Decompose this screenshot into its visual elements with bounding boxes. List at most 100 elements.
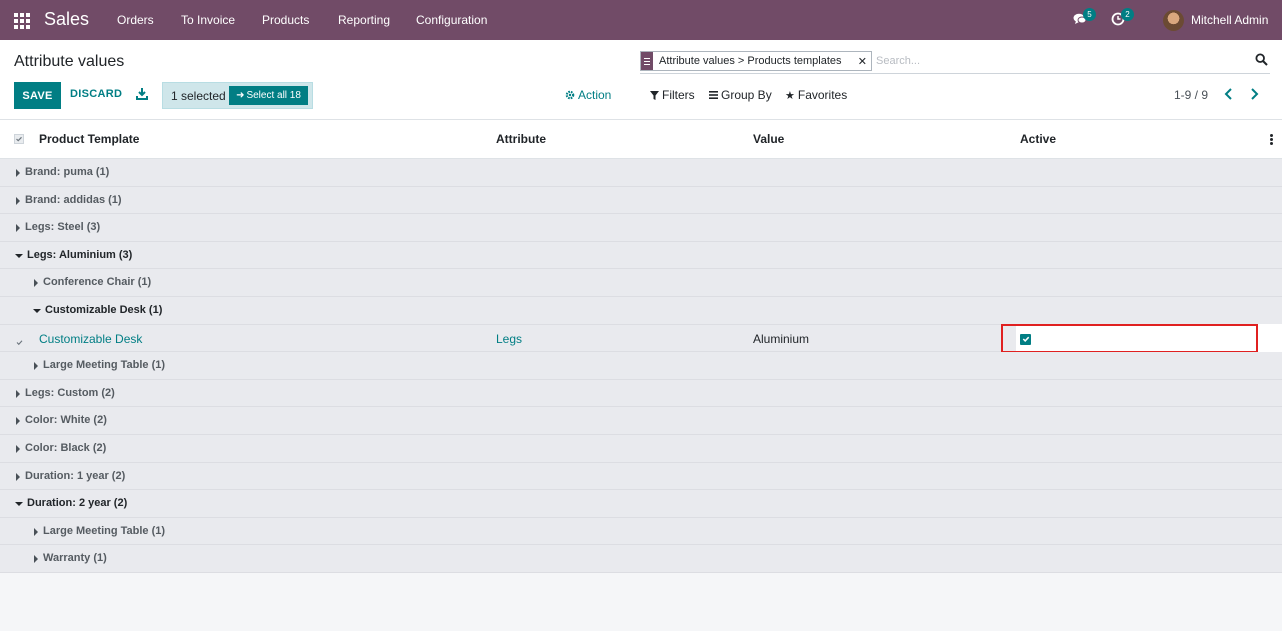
select-all-button[interactable]: ➜ Select all 18	[229, 86, 308, 105]
messages-button[interactable]: 5	[1073, 8, 1096, 28]
filters-button[interactable]: Filters	[650, 88, 695, 102]
user-avatar[interactable]	[1163, 10, 1184, 31]
attribute-cell[interactable]: Legs	[496, 332, 522, 346]
filter-icon	[650, 90, 659, 100]
subgroup-row[interactable]: Warranty (1)	[0, 545, 1282, 573]
table-row[interactable]: Customizable Desk Legs Aluminium	[0, 323, 1282, 353]
caret-right-icon	[16, 169, 20, 177]
select-all-label: Select all 18	[246, 90, 301, 101]
save-button[interactable]: SAVE	[14, 82, 61, 109]
menu-configuration[interactable]: Configuration	[416, 13, 487, 27]
empty-area	[0, 573, 1282, 631]
group-row[interactable]: Legs: Custom (2)	[0, 379, 1282, 408]
group-label: Large Meeting Table (1)	[43, 359, 166, 372]
caret-right-icon	[34, 279, 38, 288]
group-label: Duration: 2 year (2)	[27, 497, 128, 510]
top-navbar: Sales Orders To Invoice Products Reporti…	[0, 0, 1282, 40]
subgroup-row[interactable]: Large Meeting Table (1)	[0, 352, 1282, 380]
facet-remove-icon[interactable]: ✕	[858, 55, 867, 68]
caret-right-icon	[16, 472, 20, 481]
messages-count-badge: 5	[1083, 8, 1096, 21]
group-row[interactable]: Duration: 2 year (2)	[0, 490, 1282, 518]
group-label: Legs: Steel (3)	[25, 221, 101, 234]
product-template-cell[interactable]: Customizable Desk	[39, 332, 142, 346]
list-view: Product Template Attribute Value Active …	[0, 120, 1282, 573]
caret-right-icon	[16, 417, 20, 426]
action-button[interactable]: Action	[565, 88, 611, 102]
caret-right-icon	[34, 555, 38, 564]
search-facet: Attribute values > Products templates ✕	[640, 51, 872, 71]
optional-columns-icon[interactable]	[1270, 134, 1273, 145]
list-header: Product Template Attribute Value Active	[0, 120, 1282, 159]
pager-next-icon[interactable]	[1249, 87, 1261, 101]
discard-button[interactable]: DISCARD	[70, 88, 122, 100]
group-row[interactable]: Brand: addidas (1)	[0, 186, 1282, 215]
group-by-facet-icon	[641, 52, 653, 70]
group-label: Color: White (2)	[25, 414, 107, 427]
group-label: Warranty (1)	[43, 552, 107, 565]
group-row[interactable]: Duration: 1 year (2)	[0, 462, 1282, 491]
caret-down-icon	[15, 253, 23, 258]
caret-right-icon	[34, 527, 38, 536]
favorites-button[interactable]: ★ Favorites	[785, 88, 847, 102]
column-header-value[interactable]: Value	[753, 132, 784, 146]
menu-products[interactable]: Products	[262, 13, 309, 27]
pager-value[interactable]: 1-9 / 9	[1174, 88, 1208, 102]
group-by-button[interactable]: Group By	[709, 88, 772, 102]
active-field-highlight	[1001, 323, 1258, 353]
subgroup-row[interactable]: Conference Chair (1)	[0, 269, 1282, 297]
row-select-checkbox[interactable]	[16, 335, 23, 345]
activities-count-badge: 2	[1121, 8, 1134, 21]
caret-right-icon	[16, 196, 20, 205]
export-download-icon[interactable]	[136, 87, 148, 100]
gear-icon	[565, 90, 575, 100]
pager-previous-icon[interactable]	[1224, 87, 1236, 101]
action-label: Action	[578, 88, 612, 102]
menu-to-invoice[interactable]: To Invoice	[181, 13, 235, 27]
star-icon: ★	[785, 89, 795, 102]
apps-menu-icon[interactable]	[14, 13, 30, 29]
group-label: Large Meeting Table (1)	[43, 524, 166, 537]
group-by-label: Group By	[721, 88, 772, 102]
search-bar: Attribute values > Products templates ✕	[640, 50, 1270, 74]
search-icon[interactable]	[1255, 53, 1268, 66]
column-header-product-template[interactable]: Product Template	[39, 132, 139, 146]
caret-right-icon	[16, 444, 20, 453]
menu-orders[interactable]: Orders	[117, 13, 154, 27]
group-label: Legs: Aluminium (3)	[27, 248, 133, 261]
group-row[interactable]: Color: Black (2)	[0, 434, 1282, 463]
column-header-active[interactable]: Active	[1020, 132, 1056, 146]
caret-down-icon	[33, 308, 41, 313]
subgroup-row[interactable]: Large Meeting Table (1)	[0, 517, 1282, 546]
value-cell: Aluminium	[753, 331, 810, 346]
search-facet-label: Attribute values > Products templates	[659, 55, 842, 67]
select-all-checkbox[interactable]	[14, 134, 24, 144]
page-title: Attribute values	[14, 53, 125, 70]
group-label: Brand: addidas (1)	[25, 193, 122, 206]
group-row[interactable]: Brand: puma (1)	[0, 159, 1282, 187]
subgroup-row[interactable]: Customizable Desk (1)	[0, 296, 1282, 325]
favorites-label: Favorites	[797, 88, 848, 102]
app-name[interactable]: Sales	[44, 9, 89, 30]
caret-down-icon	[15, 502, 23, 507]
group-label: Customizable Desk (1)	[45, 303, 163, 316]
list-icon	[709, 91, 718, 99]
user-menu[interactable]: Mitchell Admin	[1191, 13, 1268, 27]
column-header-attribute[interactable]: Attribute	[496, 132, 546, 146]
group-row[interactable]: Legs: Steel (3)	[0, 214, 1282, 242]
caret-right-icon	[34, 362, 38, 371]
control-panel: Attribute values SAVE DISCARD 1 selected…	[0, 40, 1282, 120]
group-row[interactable]: Color: White (2)	[0, 407, 1282, 435]
group-row[interactable]: Legs: Aluminium (3)	[0, 241, 1282, 270]
selection-indicator: 1 selected ➜ Select all 18	[162, 82, 313, 109]
search-input[interactable]	[876, 53, 1246, 69]
menu-reporting[interactable]: Reporting	[338, 13, 390, 27]
filters-label: Filters	[662, 88, 695, 102]
group-label: Color: Black (2)	[25, 441, 107, 454]
group-label: Conference Chair (1)	[43, 276, 152, 289]
caret-right-icon	[16, 224, 20, 233]
activities-button[interactable]: 2	[1111, 8, 1134, 28]
caret-right-icon	[16, 389, 20, 398]
group-label: Duration: 1 year (2)	[25, 469, 126, 482]
arrow-right-icon: ➜	[236, 90, 245, 101]
